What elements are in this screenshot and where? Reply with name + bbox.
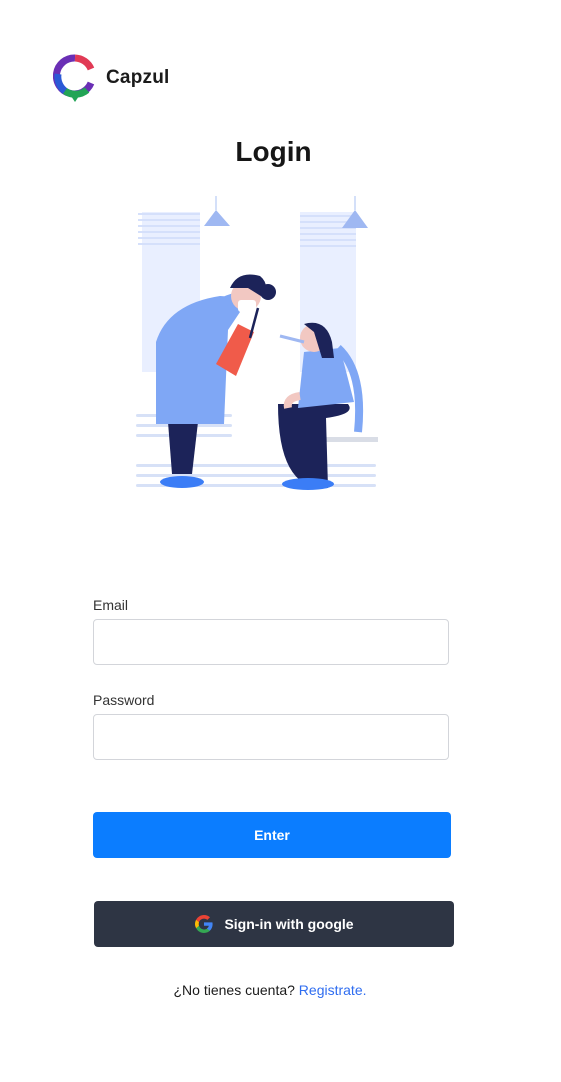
capzul-logo-icon — [53, 54, 95, 102]
google-signin-button[interactable]: Sign-in with google — [94, 901, 454, 947]
no-account-text: ¿No tienes cuenta? — [173, 982, 295, 998]
register-prompt: ¿No tienes cuenta? Registrate. — [0, 982, 540, 998]
email-field[interactable] — [93, 619, 449, 665]
page-title: Login — [235, 136, 312, 167]
google-icon — [195, 915, 214, 933]
password-field[interactable] — [93, 714, 449, 760]
google-signin-label: Sign-in with google — [224, 916, 354, 932]
brand-name: Capzul — [106, 67, 170, 88]
doctor-patient-illustration — [136, 196, 378, 490]
email-label: Email — [93, 597, 129, 613]
enter-button[interactable]: Enter — [93, 812, 451, 858]
register-link[interactable]: Registrate. — [299, 982, 367, 998]
password-label: Password — [93, 692, 155, 708]
